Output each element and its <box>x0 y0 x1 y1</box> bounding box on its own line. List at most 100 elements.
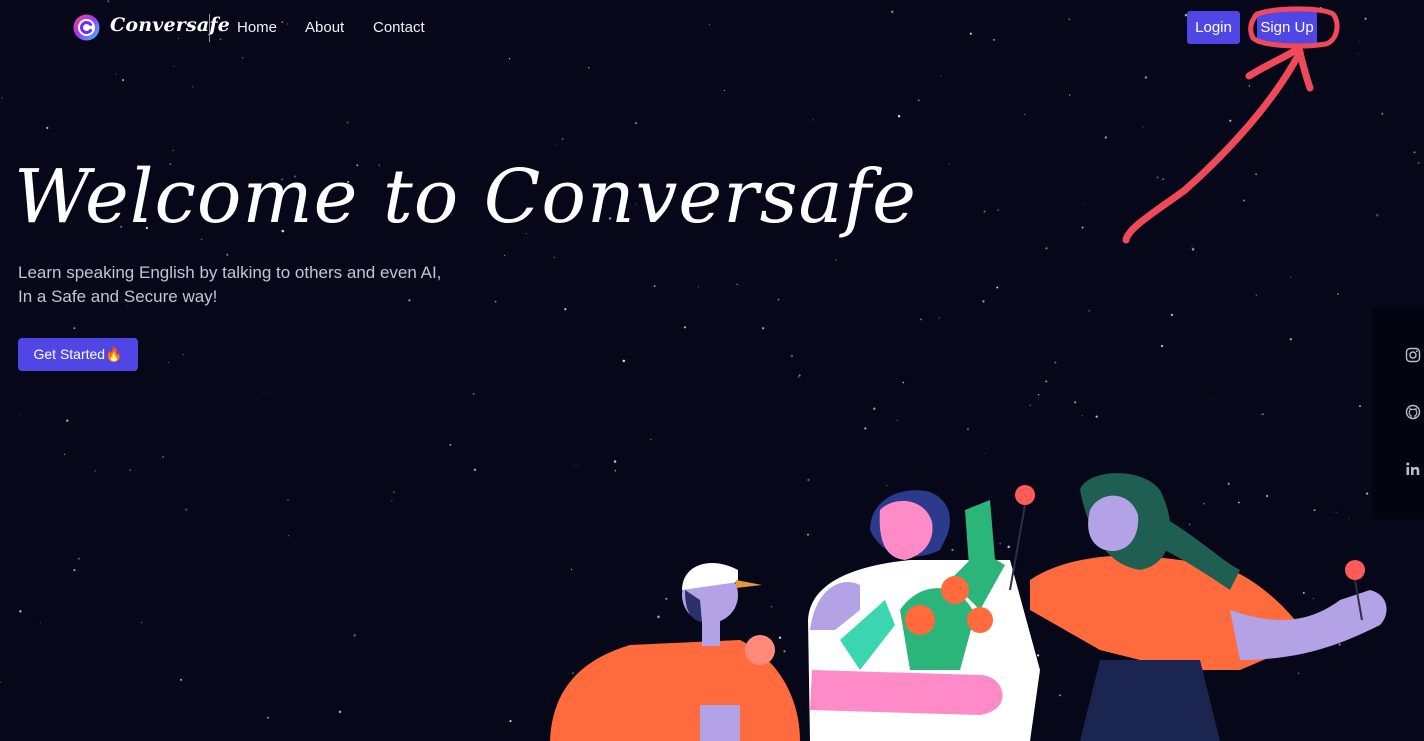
star <box>242 57 244 59</box>
star <box>777 298 780 301</box>
star <box>797 376 800 378</box>
star <box>129 469 131 471</box>
c-logo-icon[interactable] <box>73 14 100 41</box>
get-started-button[interactable]: Get Started🔥 <box>18 338 138 371</box>
star <box>46 126 49 130</box>
star <box>1289 338 1292 341</box>
star <box>622 359 626 363</box>
star <box>1213 398 1214 399</box>
brand-name[interactable]: Conversafe <box>110 14 230 36</box>
signup-button[interactable]: Sign Up <box>1257 11 1317 44</box>
star <box>761 327 765 330</box>
illustration-person-right <box>1030 473 1387 741</box>
star <box>1081 414 1083 416</box>
star <box>553 256 556 259</box>
top-navbar: Conversafe Home About Contact Login Sign… <box>0 0 1424 56</box>
star <box>503 254 505 256</box>
star <box>996 286 999 289</box>
star <box>353 634 356 637</box>
star <box>73 569 76 572</box>
star <box>1104 136 1107 139</box>
star <box>509 720 512 723</box>
star <box>1229 119 1232 122</box>
star <box>192 85 194 88</box>
nav-link-about[interactable]: About <box>305 19 344 36</box>
star <box>113 79 115 81</box>
star <box>1083 203 1085 205</box>
star <box>1029 404 1031 406</box>
star <box>1260 413 1262 415</box>
star <box>790 354 794 358</box>
star <box>966 427 970 431</box>
star <box>896 419 898 422</box>
star <box>1170 313 1174 317</box>
star <box>78 558 80 560</box>
star <box>650 438 652 440</box>
login-button[interactable]: Login <box>1187 11 1240 44</box>
star <box>94 470 96 472</box>
star <box>812 119 814 121</box>
hero-title: Welcome to Conversafe <box>14 154 917 240</box>
star <box>1037 394 1040 396</box>
star <box>390 499 393 502</box>
star <box>798 374 801 377</box>
star <box>1376 214 1379 217</box>
instagram-icon[interactable] <box>1405 347 1421 363</box>
star <box>723 89 725 92</box>
star <box>1142 126 1144 128</box>
star <box>997 209 999 211</box>
star <box>897 114 901 118</box>
star <box>73 327 76 330</box>
nav-link-contact[interactable]: Contact <box>373 19 425 36</box>
star <box>226 253 229 256</box>
star <box>1255 294 1257 296</box>
star <box>141 621 143 624</box>
star <box>1144 76 1148 79</box>
star <box>168 362 170 363</box>
star <box>1381 112 1384 115</box>
star <box>1160 344 1164 348</box>
star <box>346 121 349 124</box>
star <box>902 381 905 384</box>
star <box>575 465 577 466</box>
star <box>1 96 3 99</box>
star <box>588 67 590 69</box>
star <box>1024 113 1026 116</box>
star <box>1095 415 1098 418</box>
star <box>835 259 837 261</box>
star <box>984 452 986 454</box>
star <box>917 99 920 102</box>
star <box>983 210 986 213</box>
star <box>1045 247 1048 250</box>
star <box>1191 248 1195 251</box>
star <box>1413 151 1416 154</box>
star <box>20 414 21 416</box>
star <box>64 453 66 455</box>
star <box>287 499 289 501</box>
star <box>122 79 125 82</box>
star <box>940 75 942 77</box>
star <box>864 427 867 430</box>
star <box>185 508 188 511</box>
star <box>1068 94 1071 96</box>
star <box>1081 226 1084 229</box>
github-icon[interactable] <box>1405 404 1421 420</box>
star <box>1289 276 1292 278</box>
nav-link-home[interactable]: Home <box>237 19 277 36</box>
star <box>653 285 656 287</box>
star <box>873 407 876 411</box>
star <box>1054 361 1057 364</box>
star <box>116 73 118 75</box>
star <box>697 286 699 288</box>
illustration-person-middle <box>808 485 1040 741</box>
star <box>1417 162 1420 164</box>
star <box>683 326 687 329</box>
star <box>393 491 395 493</box>
star <box>473 468 477 471</box>
star <box>635 122 638 125</box>
star <box>449 443 452 446</box>
star <box>66 419 69 422</box>
illustration-person-left <box>550 562 800 741</box>
people-with-flowers-illustration <box>550 473 1387 741</box>
star <box>19 610 22 613</box>
